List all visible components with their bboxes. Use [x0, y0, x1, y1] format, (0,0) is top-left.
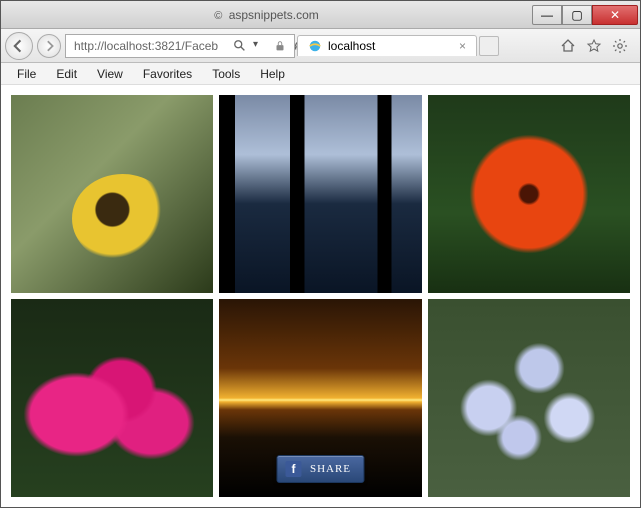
menu-help[interactable]: Help — [250, 65, 295, 83]
favorites-star-icon[interactable] — [586, 38, 602, 54]
tab-title: localhost — [328, 39, 375, 53]
share-button[interactable]: f SHARE — [277, 455, 364, 483]
menu-tools[interactable]: Tools — [202, 65, 250, 83]
gallery-image-lake[interactable] — [219, 95, 421, 293]
forward-button[interactable] — [37, 34, 61, 58]
tab-close-button[interactable]: × — [459, 39, 466, 53]
gallery-image-sunset[interactable]: f SHARE — [219, 299, 421, 497]
menu-favorites[interactable]: Favorites — [133, 65, 202, 83]
menu-bar: File Edit View Favorites Tools Help — [1, 63, 640, 85]
minimize-button[interactable]: — — [532, 5, 562, 25]
gallery-image-columbine[interactable] — [428, 299, 630, 497]
title-bar: © aspsnippets.com — ▢ ✕ — [1, 1, 640, 29]
new-tab-button[interactable] — [479, 36, 499, 56]
menu-view[interactable]: View — [87, 65, 133, 83]
share-label: SHARE — [310, 463, 351, 475]
back-button[interactable] — [5, 32, 33, 60]
copyright-icon: © — [214, 10, 222, 22]
browser-window: © aspsnippets.com — ▢ ✕ ▾ — [0, 0, 641, 508]
title-bar-site: aspsnippets.com — [229, 8, 319, 22]
facebook-icon: f — [286, 461, 302, 477]
title-bar-caption: © aspsnippets.com — [206, 8, 327, 22]
gallery-image-pansy[interactable] — [11, 95, 213, 293]
tools-gear-icon[interactable] — [612, 38, 628, 54]
close-button[interactable]: ✕ — [592, 5, 638, 25]
maximize-button[interactable]: ▢ — [562, 5, 592, 25]
gallery-image-celosia[interactable] — [11, 299, 213, 497]
forward-arrow-icon — [43, 40, 55, 52]
back-arrow-icon — [12, 39, 26, 53]
address-bar[interactable]: ▾ × — [65, 34, 295, 58]
lock-icon[interactable] — [273, 39, 287, 53]
menu-edit[interactable]: Edit — [46, 65, 87, 83]
page-content: f SHARE — [1, 85, 640, 507]
browser-tab[interactable]: localhost × — [297, 35, 477, 56]
search-icon[interactable] — [233, 39, 247, 53]
image-grid: f SHARE — [11, 95, 630, 497]
ie-icon — [308, 39, 322, 53]
gallery-image-gerbera[interactable] — [428, 95, 630, 293]
url-input[interactable] — [74, 39, 229, 53]
dropdown-icon[interactable]: ▾ — [253, 39, 267, 53]
home-icon[interactable] — [560, 38, 576, 54]
menu-file[interactable]: File — [7, 65, 46, 83]
navigation-bar: ▾ × localhost × — [1, 29, 640, 63]
